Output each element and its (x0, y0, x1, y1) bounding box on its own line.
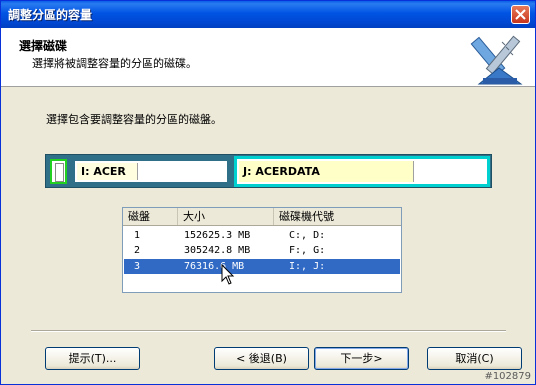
column-header-drive-letters[interactable]: 磁碟機代號 (274, 208, 401, 225)
column-header-size[interactable]: 大小 (178, 208, 274, 225)
window-title: 調整分區的容量 (8, 8, 93, 22)
disk-list-header: 磁盤 大小 磁碟機代號 (123, 208, 401, 226)
cell-size: 76316.6 MB (184, 261, 245, 272)
cell-size: 152625.3 MB (184, 230, 251, 241)
table-row[interactable]: 1 152625.3 MB C:, D: (124, 228, 400, 243)
cancel-button[interactable]: 取消(C) (427, 347, 522, 370)
step-subtitle: 選擇將被調整容量的分區的磁碟。 (32, 57, 197, 70)
watermark: #102879 (484, 371, 531, 382)
cell-disk: 2 (134, 245, 141, 256)
table-row[interactable]: 2 305242.8 MB F:, G: (124, 243, 400, 258)
column-header-disk[interactable]: 磁盤 (123, 208, 178, 225)
cell-drives: I:, J: (289, 261, 326, 272)
partition-block-unlabeled[interactable] (50, 159, 67, 184)
partition-label-j: J: ACERDATA (243, 165, 320, 178)
button-separator (31, 330, 506, 332)
cell-drives: F:, G: (289, 245, 326, 256)
disk-list[interactable]: 磁盤 大小 磁碟機代號 1 152625.3 MB C:, D: 2 30524… (122, 207, 402, 293)
cell-disk: 1 (134, 230, 141, 241)
close-button[interactable] (511, 5, 530, 24)
partition-block-j[interactable]: J: ACERDATA (234, 156, 490, 187)
step-title: 選擇磁碟 (19, 39, 68, 53)
wizard-header: 選擇磁碟 選擇將被調整容量的分區的磁碟。 (1, 28, 535, 87)
disk-map[interactable]: I: ACER J: ACERDATA (45, 154, 492, 188)
partition-block-i[interactable]: I: ACER (73, 159, 229, 184)
back-button[interactable]: < 後退(B) (214, 347, 309, 370)
table-row-selected[interactable]: 3 76316.6 MB I:, J: (124, 259, 400, 274)
resize-partition-dialog: 調整分區的容量 選擇磁碟 選擇將被調整容量的分區的磁碟。 選擇包含要調整容量的分… (0, 0, 536, 385)
next-button[interactable]: 下一步> (314, 347, 409, 370)
cell-drives: C:, D: (289, 230, 326, 241)
hint-button[interactable]: 提示(T)... (45, 347, 140, 370)
partition-fill (55, 163, 64, 182)
cell-size: 305242.8 MB (184, 245, 251, 256)
mouse-pointer-icon (221, 264, 235, 285)
cell-disk: 3 (134, 261, 141, 272)
partition-label-i: I: ACER (81, 165, 126, 178)
instruction-text: 選擇包含要調整容量的分區的磁盤。 (46, 113, 222, 126)
close-icon (515, 9, 526, 20)
resize-tool-icon (470, 35, 523, 85)
title-bar[interactable]: 調整分區的容量 (1, 1, 535, 28)
